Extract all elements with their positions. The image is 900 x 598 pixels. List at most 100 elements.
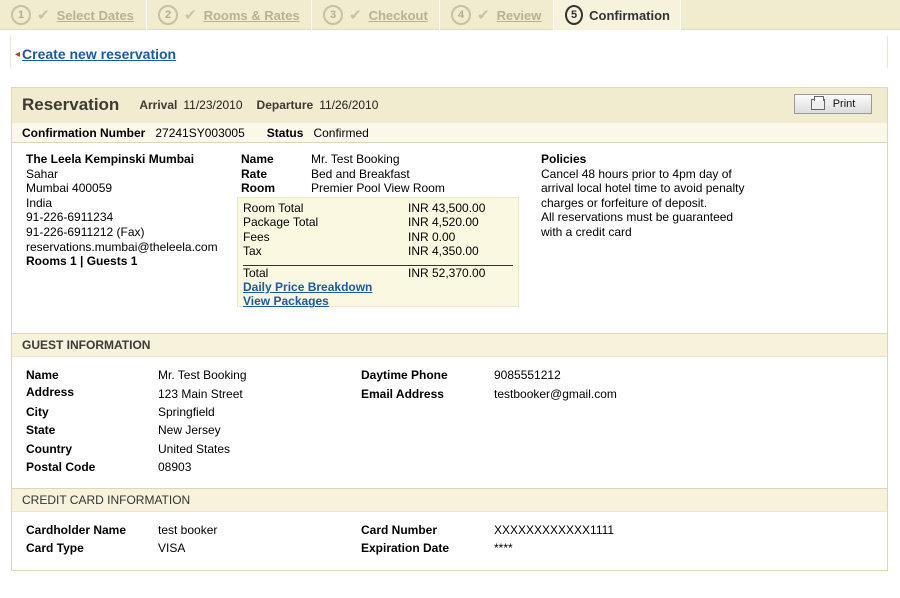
- credit-card-info: Cardholder Name test booker Card Type VISA…: [12, 512, 887, 567]
- guest-state-label: State: [26, 423, 56, 437]
- step-number: 1: [11, 5, 31, 25]
- step-rooms-rates[interactable]: 2 ✔ Rooms & Rates: [147, 0, 312, 30]
- confirmation-number-label: Confirmation Number: [22, 125, 146, 140]
- policy-text: arrival local hotel time to avoid penalt…: [541, 181, 745, 196]
- status-value: Confirmed: [313, 125, 369, 140]
- card-number-value: XXXXXXXXXXXX1111: [494, 523, 615, 537]
- price-summary: Room Total INR 43,500.00 Package Total INR…: [237, 197, 519, 308]
- checkmark-icon: ✔: [184, 6, 197, 24]
- hotel-line: Mumbai 400059: [26, 181, 113, 196]
- guest-address-label: Address: [26, 385, 75, 399]
- guest-postal-label: Postal Code: [26, 460, 96, 474]
- step-label: Confirmation: [589, 7, 670, 23]
- reservation-header: Reservation Arrival 11/23/2010 Departure…: [12, 88, 887, 123]
- room-total-value: INR 43,500.00: [408, 201, 486, 215]
- checkmark-icon: ✔: [349, 6, 362, 24]
- rate-label: Rate: [241, 166, 268, 181]
- checkmark-icon: ✔: [477, 6, 490, 24]
- guest-country-label: Country: [26, 442, 72, 456]
- departure-date: 11/26/2010: [319, 98, 379, 112]
- step-number: 5: [565, 5, 584, 25]
- policy-text: All reservations must be guaranteed: [541, 210, 734, 225]
- policy-text: charges or forfeiture of deposit.: [541, 195, 708, 210]
- fees-label: Fees: [243, 229, 270, 244]
- daily-price-breakdown-link[interactable]: Daily Price Breakdown: [243, 280, 513, 294]
- cardholder-value: test booker: [158, 523, 218, 537]
- hotel-line: India: [26, 195, 53, 210]
- guest-postal-value: 08903: [158, 460, 192, 474]
- package-total-value: INR 4,520.00: [408, 215, 479, 230]
- guest-phone-label: Daytime Phone: [361, 368, 448, 382]
- print-button[interactable]: Print: [794, 94, 872, 114]
- step-number: 2: [158, 5, 178, 25]
- printer-icon: [810, 95, 825, 110]
- card-type-label: Card Type: [26, 541, 84, 555]
- progress-steps: 1 ✔ Select Dates 2 ✔ Rooms & Rates 3 ✔ C…: [0, 0, 900, 30]
- name-label: Name: [241, 152, 274, 166]
- guest-country-value: United States: [158, 442, 231, 456]
- guest-phone-value: 9085551212: [494, 368, 561, 382]
- step-review[interactable]: 4 ✔ Review: [440, 0, 554, 30]
- create-reservation-label[interactable]: Create new reservation: [22, 46, 176, 62]
- confirmation-number: 27241SY003005: [155, 125, 245, 140]
- card-number-label: Card Number: [361, 523, 438, 537]
- status-label: Status: [266, 125, 304, 140]
- tax-value: INR 4,350.00: [408, 244, 479, 259]
- booking-summary: Name Mr. Test Booking Rate Bed and Breakfa…: [241, 152, 445, 196]
- guest-name-label: Name: [26, 368, 59, 382]
- guest-address-value: 123 Main Street: [158, 387, 243, 401]
- print-label: Print: [832, 98, 856, 110]
- hotel-fax: 91-226-6911212 (Fax): [26, 224, 145, 239]
- guest-email-label: Email Address: [361, 387, 444, 401]
- rooms-guests: Rooms 1 | Guests 1: [26, 254, 138, 269]
- step-label[interactable]: Select Dates: [57, 8, 134, 23]
- guest-name-value: Mr. Test Booking: [158, 368, 247, 382]
- total-label: Total: [243, 265, 269, 280]
- guest-city-label: City: [26, 405, 49, 419]
- total-row: Total INR 52,370.00: [243, 264, 513, 280]
- policy-text: Cancel 48 hours prior to 4pm day of: [541, 166, 732, 181]
- hotel-email: reservations.mumbai@theleela.com: [26, 239, 218, 254]
- departure-label: Departure: [256, 98, 314, 112]
- hotel-line: Sahar: [26, 166, 59, 181]
- view-packages-link[interactable]: View Packages: [243, 294, 513, 308]
- policies: Policies Cancel 48 hours prior to 4pm da…: [541, 152, 761, 240]
- policy-text: with a credit card: [541, 224, 632, 239]
- hotel-address: The Leela Kempinski Mumbai Sahar Mumbai …: [26, 152, 218, 269]
- card-type-value: VISA: [158, 541, 186, 555]
- hotel-name: The Leela Kempinski Mumbai: [26, 152, 195, 166]
- reservation-details: The Leela Kempinski Mumbai Sahar Mumbai …: [12, 143, 887, 333]
- guest-info-header: GUEST INFORMATION: [12, 333, 887, 357]
- name-value: Mr. Test Booking: [311, 152, 400, 166]
- step-checkout[interactable]: 3 ✔ Checkout: [312, 0, 440, 30]
- expiration-label: Expiration Date: [361, 541, 450, 555]
- room-value: Premier Pool View Room: [311, 181, 445, 196]
- guest-city-value: Springfield: [158, 405, 215, 419]
- arrival-date: 11/23/2010: [183, 98, 243, 112]
- credit-card-header: CREDIT CARD INFORMATION: [12, 488, 887, 512]
- arrow-left-icon: ◂: [15, 48, 21, 60]
- step-confirmation: 5 Confirmation: [554, 0, 681, 30]
- reservation-title: Reservation: [22, 95, 120, 114]
- rate-value: Bed and Breakfast: [311, 166, 410, 181]
- reservation-panel: Reservation Arrival 11/23/2010 Departure…: [11, 87, 888, 571]
- step-label[interactable]: Checkout: [369, 8, 428, 23]
- tax-label: Tax: [243, 244, 262, 259]
- package-total-label: Package Total: [243, 215, 319, 230]
- room-label: Room: [241, 181, 275, 196]
- step-label[interactable]: Rooms & Rates: [204, 8, 300, 23]
- create-reservation-link[interactable]: ◂ Create new reservation: [15, 46, 176, 62]
- checkmark-icon: ✔: [37, 6, 50, 24]
- step-label[interactable]: Review: [497, 8, 542, 23]
- arrival-label: Arrival: [139, 98, 178, 112]
- guest-info: Name Mr. Test Booking Address 123 Main Str…: [12, 357, 887, 488]
- hotel-phone: 91-226-6911234: [26, 210, 114, 225]
- confirmation-row: Confirmation Number 27241SY003005 Status…: [12, 123, 887, 143]
- total-value: INR 52,370.00: [408, 265, 486, 280]
- step-select-dates[interactable]: 1 ✔ Select Dates: [0, 0, 147, 30]
- expiration-value: ****: [494, 541, 513, 555]
- step-number: 3: [323, 5, 343, 25]
- guest-state-value: New Jersey: [158, 423, 221, 437]
- guest-email-value: testbooker@gmail.com: [494, 387, 617, 401]
- policies-title: Policies: [541, 152, 587, 166]
